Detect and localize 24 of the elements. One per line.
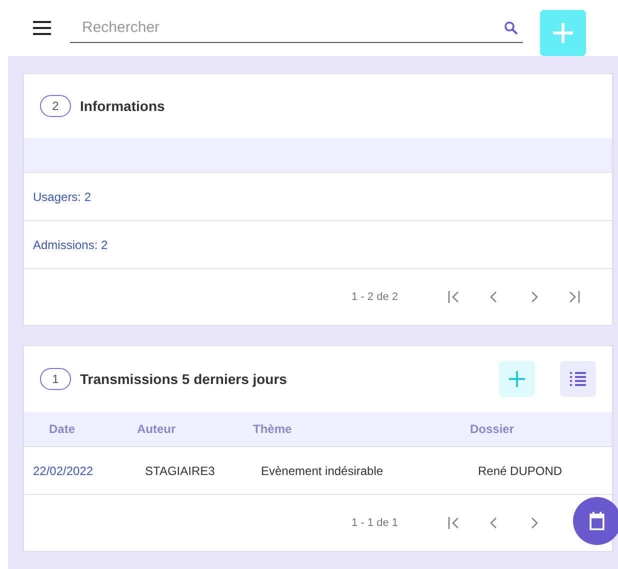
info-link[interactable]: Usagers: 2 (33, 190, 92, 204)
menu-icon[interactable] (33, 21, 51, 35)
list-button[interactable] (560, 361, 596, 397)
table-cell: STAGIAIRE3 (129, 446, 245, 494)
info-link[interactable]: Admissions: 2 (33, 238, 108, 252)
add-button[interactable] (499, 361, 535, 397)
search-icon[interactable] (504, 21, 518, 35)
column-header[interactable]: Thème (245, 412, 462, 446)
card-title: Transmissions 5 derniers jours (80, 371, 287, 387)
count-badge: 2 (40, 95, 71, 117)
plus-icon (551, 21, 575, 45)
table-cell: René DUPOND (462, 446, 612, 494)
column-header[interactable]: Auteur (129, 412, 245, 446)
count-badge: 1 (40, 368, 71, 390)
column-header[interactable]: Date (24, 412, 129, 446)
page-range: 1 - 1 de 1 (352, 517, 398, 529)
column-header[interactable]: Dossier (462, 412, 612, 446)
search-field[interactable]: Rechercher (70, 13, 523, 43)
table-cell: Evènement indésirable (245, 446, 462, 494)
list-icon (569, 371, 587, 387)
page-range: 1 - 2 de 2 (352, 291, 398, 303)
card-title: Informations (80, 98, 165, 114)
plus-icon (508, 370, 526, 388)
date-link[interactable]: 22/02/2022 (24, 446, 129, 494)
